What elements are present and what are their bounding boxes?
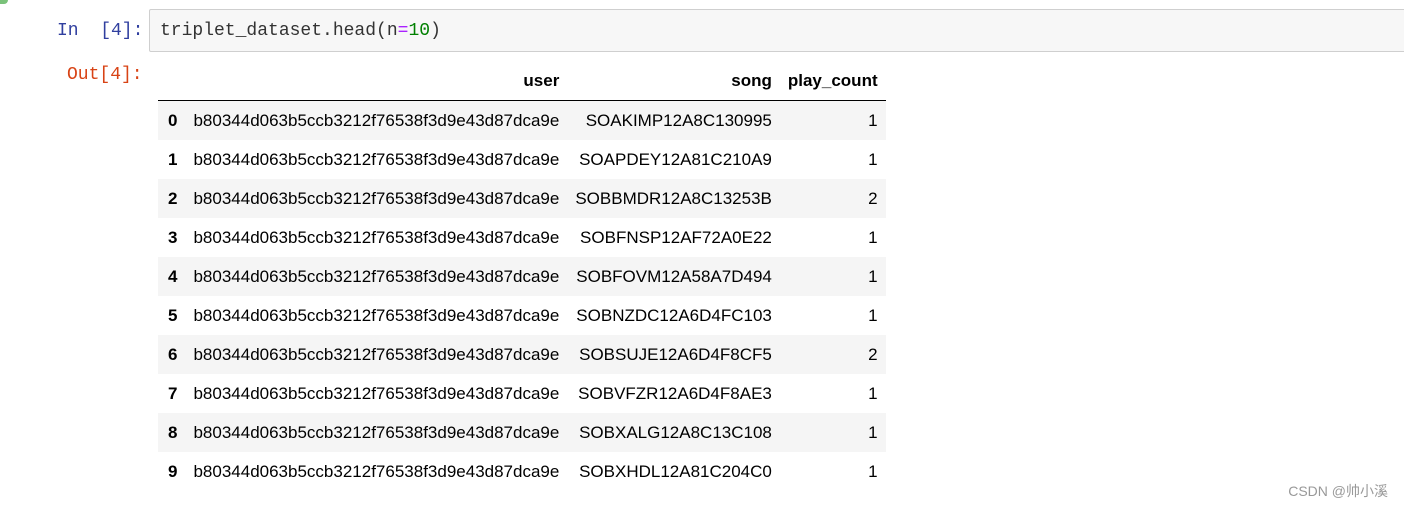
cell-selection-marker <box>0 0 8 4</box>
table-row: 9 b80344d063b5ccb3212f76538f3d9e43d87dca… <box>158 452 886 491</box>
column-header-play-count: play_count <box>779 62 886 101</box>
code-text-prefix: triplet_dataset.head(n <box>160 21 398 41</box>
table-row: 1 b80344d063b5ccb3212f76538f3d9e43d87dca… <box>158 140 886 179</box>
row-index: 2 <box>168 188 178 208</box>
cell-play-count: 1 <box>868 305 878 325</box>
code-line[interactable]: triplet_dataset.head(n=10) <box>160 20 441 42</box>
cell-song: SOBNZDC12A6D4FC103 <box>576 305 772 325</box>
row-index: 4 <box>168 266 178 286</box>
cell-play-count: 1 <box>868 110 878 130</box>
table-row: 4 b80344d063b5ccb3212f76538f3d9e43d87dca… <box>158 257 886 296</box>
row-index: 6 <box>168 344 178 364</box>
cell-song: SOBFOVM12A58A7D494 <box>576 266 772 286</box>
index-header <box>158 62 186 101</box>
table-row: 5 b80344d063b5ccb3212f76538f3d9e43d87dca… <box>158 296 886 335</box>
table-row: 3 b80344d063b5ccb3212f76538f3d9e43d87dca… <box>158 218 886 257</box>
row-index: 7 <box>168 383 178 403</box>
cell-song: SOBVFZR12A6D4F8AE3 <box>578 383 772 403</box>
dataframe-table: user song play_count 0 b80344d063b5ccb32… <box>158 62 886 491</box>
column-header-song: song <box>567 62 780 101</box>
row-index: 9 <box>168 461 178 481</box>
cell-play-count: 1 <box>868 461 878 481</box>
column-header-user: user <box>185 62 568 101</box>
cell-user: b80344d063b5ccb3212f76538f3d9e43d87dca9e <box>193 227 560 247</box>
table-row: 2 b80344d063b5ccb3212f76538f3d9e43d87dca… <box>158 179 886 218</box>
output-prompt: Out[4]: <box>67 65 143 85</box>
cell-user: b80344d063b5ccb3212f76538f3d9e43d87dca9e <box>193 110 560 130</box>
cell-user: b80344d063b5ccb3212f76538f3d9e43d87dca9e <box>193 149 560 169</box>
cell-play-count: 1 <box>868 383 878 403</box>
row-index: 3 <box>168 227 178 247</box>
cell-song: SOBFNSP12AF72A0E22 <box>580 227 772 247</box>
cell-song: SOBSUJE12A6D4F8CF5 <box>579 344 772 364</box>
row-index: 0 <box>168 110 178 130</box>
table-row: 6 b80344d063b5ccb3212f76538f3d9e43d87dca… <box>158 335 886 374</box>
watermark: CSDN @帅小溪 <box>1288 483 1388 499</box>
cell-play-count: 1 <box>868 227 878 247</box>
cell-user: b80344d063b5ccb3212f76538f3d9e43d87dca9e <box>193 461 560 481</box>
cell-song: SOBXALG12A8C13C108 <box>579 422 772 442</box>
table-row: 8 b80344d063b5ccb3212f76538f3d9e43d87dca… <box>158 413 886 452</box>
cell-song: SOAPDEY12A81C210A9 <box>579 149 772 169</box>
table-header-row: user song play_count <box>158 62 886 101</box>
row-index: 8 <box>168 422 178 442</box>
row-index: 5 <box>168 305 178 325</box>
cell-play-count: 2 <box>868 344 878 364</box>
input-prompt: In [4]: <box>57 21 144 41</box>
cell-user: b80344d063b5ccb3212f76538f3d9e43d87dca9e <box>193 305 560 325</box>
row-index: 1 <box>168 149 178 169</box>
code-number: 10 <box>408 21 431 41</box>
cell-song: SOBXHDL12A81C204C0 <box>579 461 772 481</box>
cell-song: SOBBMDR12A8C13253B <box>575 188 772 208</box>
cell-user: b80344d063b5ccb3212f76538f3d9e43d87dca9e <box>193 266 560 286</box>
cell-play-count: 1 <box>868 149 878 169</box>
cell-user: b80344d063b5ccb3212f76538f3d9e43d87dca9e <box>193 188 560 208</box>
cell-play-count: 2 <box>868 188 878 208</box>
code-input-area[interactable]: triplet_dataset.head(n=10) <box>149 9 1404 52</box>
cell-user: b80344d063b5ccb3212f76538f3d9e43d87dca9e <box>193 422 560 442</box>
table-row: 0 b80344d063b5ccb3212f76538f3d9e43d87dca… <box>158 100 886 140</box>
cell-play-count: 1 <box>868 266 878 286</box>
cell-user: b80344d063b5ccb3212f76538f3d9e43d87dca9e <box>193 344 560 364</box>
code-text-suffix: ) <box>430 21 441 41</box>
table-row: 7 b80344d063b5ccb3212f76538f3d9e43d87dca… <box>158 374 886 413</box>
code-operator: = <box>397 21 409 41</box>
cell-user: b80344d063b5ccb3212f76538f3d9e43d87dca9e <box>193 383 560 403</box>
cell-play-count: 1 <box>868 422 878 442</box>
cell-song: SOAKIMP12A8C130995 <box>585 110 772 130</box>
